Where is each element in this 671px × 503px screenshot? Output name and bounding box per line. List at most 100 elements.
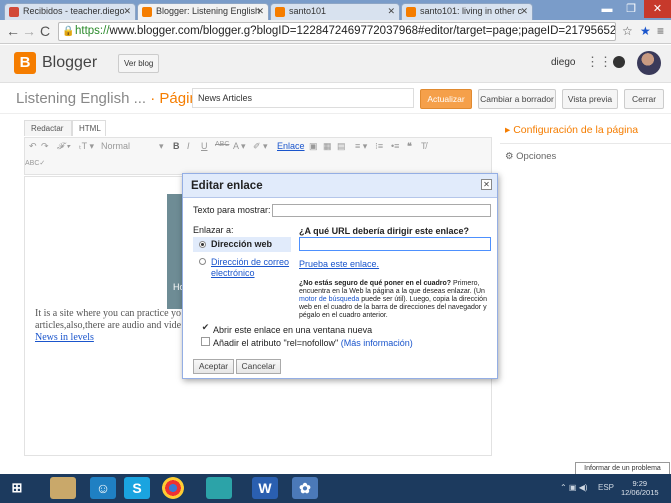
view-blog-button[interactable]: Ver blog — [118, 54, 160, 73]
tab-santo101-living[interactable]: santo101: living in other c ✕ — [401, 3, 533, 20]
jump-break-icon[interactable]: ▤ — [337, 141, 346, 152]
format-dropdown-icon[interactable]: ▾ — [159, 141, 164, 152]
page-title: Listening English ... · Página — [16, 90, 207, 107]
address-bar[interactable]: 🔒 https://www.blogger.com/blogger.g?blog… — [58, 22, 616, 41]
blogger-icon — [406, 7, 416, 17]
align-icon[interactable]: ≡ ▾ — [355, 141, 367, 152]
display-text-label: Texto para mostrar: — [193, 205, 271, 215]
remove-format-icon[interactable]: T̸ — [421, 141, 427, 151]
display-text-input[interactable] — [272, 204, 491, 217]
language-indicator[interactable]: ESP — [598, 483, 614, 492]
strikethrough-icon[interactable]: ABC — [215, 141, 229, 148]
publish-button[interactable]: Actualizar — [420, 89, 472, 109]
new-window-checkbox[interactable]: ✔ — [201, 323, 210, 333]
gear-icon: ⚙ — [505, 151, 514, 162]
spellcheck-icon[interactable]: ABC✓ — [25, 159, 45, 167]
menu-icon[interactable]: ≡ — [657, 23, 664, 39]
numbered-list-icon[interactable]: ⁝≡ — [375, 141, 383, 152]
page-settings-heading[interactable]: ▸ Configuración de la página — [505, 124, 638, 136]
more-info-link[interactable]: (Más información) — [341, 338, 413, 348]
avatar[interactable] — [637, 51, 661, 75]
nofollow-label: Añadir el atributo "rel=nofollow" (Más i… — [213, 338, 413, 348]
tab-gmail[interactable]: Recibidos - teacher.diego ✕ — [4, 3, 136, 20]
page-title-input[interactable]: News Articles — [192, 88, 414, 108]
blogger-logo[interactable]: B — [14, 52, 36, 74]
dialog-title: Editar enlace — [183, 174, 497, 198]
close-post-button[interactable]: Cerrar — [624, 89, 664, 109]
preview-button[interactable]: Vista previa — [562, 89, 618, 109]
lock-icon: 🔒 — [62, 26, 75, 37]
tab-compose[interactable]: Redactar — [24, 120, 72, 136]
star-icon[interactable]: ☆ — [622, 23, 633, 39]
font-family-icon[interactable]: 𝓕 ▾ — [57, 141, 70, 152]
tab-html[interactable]: HTML — [72, 120, 106, 136]
tray-icons[interactable]: ⌃ ▣ ◀) — [560, 483, 588, 492]
taskbar: ⊞ ☺ S W ✿ ⌃ ▣ ◀) ESP 9:29 12/06/2015 — [0, 474, 671, 503]
window-close-button[interactable]: ✕ — [644, 0, 671, 18]
web-address-option[interactable]: Dirección web — [211, 239, 272, 249]
file-explorer-icon[interactable] — [50, 477, 76, 499]
bookmark-icon[interactable]: ★ — [640, 23, 651, 39]
browser-tab-strip: Recibidos - teacher.diego ✕ Blogger: Lis… — [0, 0, 671, 20]
radio-web-address[interactable] — [199, 241, 206, 248]
paint-icon[interactable]: ✿ — [292, 477, 318, 499]
email-address-option[interactable]: Dirección de correo electrónico — [193, 257, 297, 279]
redo-icon[interactable]: ↷ — [41, 141, 49, 152]
close-icon[interactable]: ✕ — [387, 4, 395, 19]
editor-toolbar: ↶ ↷ 𝓕 ▾ ₜT ▾ Normal ▾ B I U ABC A ▾ ✐ ▾ … — [24, 137, 492, 175]
cancel-button[interactable]: Cancelar — [236, 359, 281, 374]
link-type-options: Dirección web Dirección de correo electr… — [193, 237, 291, 285]
minimize-button[interactable]: ▬ — [596, 0, 618, 18]
revert-to-draft-button[interactable]: Cambiar a borrador — [478, 89, 556, 109]
url-input[interactable] — [299, 237, 491, 251]
brand-name[interactable]: Blogger — [42, 54, 97, 72]
bold-icon[interactable]: B — [173, 141, 180, 151]
start-button[interactable]: ⊞ — [4, 477, 30, 499]
test-link[interactable]: Prueba este enlace. — [299, 259, 379, 269]
post-title-bar: Listening English ... · Página News Arti… — [0, 84, 671, 114]
blogger-icon — [142, 7, 152, 17]
app-icon[interactable]: ☺ — [90, 477, 116, 499]
chrome-icon[interactable] — [162, 477, 184, 499]
user-name[interactable]: diego — [551, 57, 575, 68]
options-item[interactable]: ⚙ Opciones — [505, 151, 556, 162]
underline-icon[interactable]: U — [201, 141, 208, 151]
link-to-label: Enlazar a: — [193, 225, 234, 235]
bullet-list-icon[interactable]: •≡ — [391, 141, 399, 151]
image-icon[interactable]: ▣ — [309, 141, 318, 152]
close-icon[interactable]: ✕ — [520, 4, 528, 19]
nofollow-checkbox[interactable] — [201, 337, 210, 346]
undo-icon[interactable]: ↶ — [29, 141, 37, 152]
quote-icon[interactable]: ❝ — [407, 141, 412, 152]
blogger-icon — [275, 7, 285, 17]
close-icon[interactable]: ✕ — [481, 179, 492, 190]
notifications-icon[interactable] — [613, 56, 625, 68]
forward-icon[interactable]: → — [22, 23, 36, 39]
maximize-button[interactable]: ❐ — [620, 0, 642, 18]
tab-blogger[interactable]: Blogger: Listening English ✕ — [137, 3, 269, 20]
close-icon[interactable]: ✕ — [256, 4, 264, 19]
italic-icon[interactable]: I — [187, 141, 190, 151]
tab-santo101[interactable]: santo101 ✕ — [270, 3, 400, 20]
video-icon[interactable]: ▦ — [323, 141, 332, 152]
reload-icon[interactable]: C — [40, 23, 50, 39]
back-icon[interactable]: ← — [6, 23, 20, 39]
close-icon[interactable]: ✕ — [123, 4, 131, 19]
clock[interactable]: 9:29 12/06/2015 — [621, 479, 659, 497]
search-engine-link[interactable]: motor de búsqueda — [299, 296, 359, 303]
font-size-icon[interactable]: ₜT ▾ — [79, 141, 94, 152]
url-question: ¿A qué URL debería dirigir este enlace? — [299, 226, 470, 236]
highlight-icon[interactable]: ✐ ▾ — [253, 141, 268, 152]
settings-sidebar: ▸ Configuración de la página ⚙ Opciones — [500, 115, 671, 460]
news-in-levels-link[interactable]: News in levels — [35, 332, 94, 343]
gmail-icon — [9, 7, 19, 17]
accept-button[interactable]: Aceptar — [193, 359, 234, 374]
word-icon[interactable]: W — [252, 477, 278, 499]
text-color-icon[interactable]: A ▾ — [233, 141, 246, 152]
link-button[interactable]: Enlace — [277, 141, 305, 151]
media-player-icon[interactable] — [206, 477, 232, 499]
format-select[interactable]: Normal — [101, 141, 159, 151]
skype-icon[interactable]: S — [124, 477, 150, 499]
blogger-header: B Blogger Ver blog diego ⋮⋮ — [0, 45, 671, 83]
apps-grid-icon[interactable]: ⋮⋮ — [586, 54, 612, 70]
